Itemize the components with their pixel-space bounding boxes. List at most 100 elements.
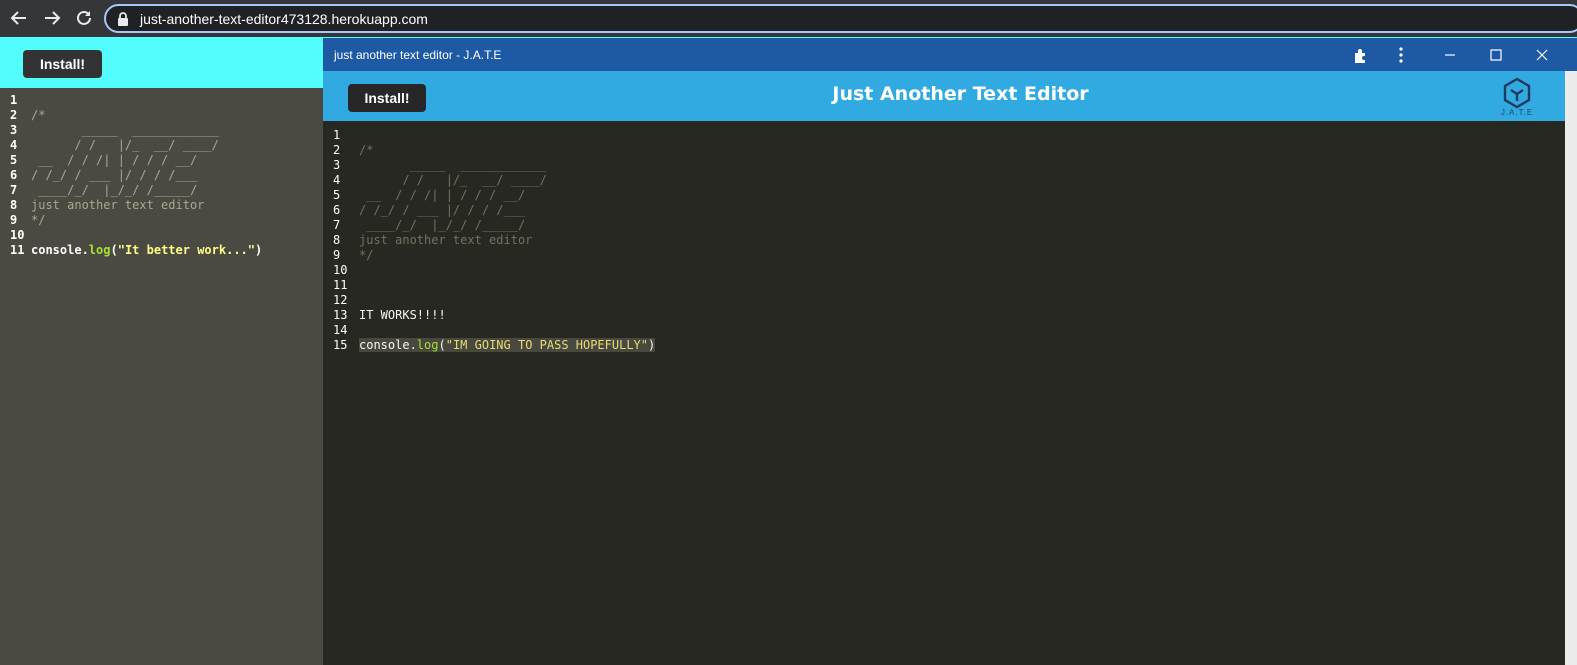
line-number: 1 (333, 128, 341, 142)
line-text: */ (31, 213, 46, 227)
forward-arrow-icon[interactable] (42, 8, 62, 28)
code-line[interactable]: 4 / / |/_ __/ ____/ (333, 173, 655, 188)
code-line[interactable]: 13 IT WORKS!!!! (333, 308, 655, 323)
line-text: IT WORKS!!!! (359, 308, 446, 322)
browser-toolbar: just-another-text-editor473128.herokuapp… (0, 0, 1577, 37)
code-line[interactable]: 10 (0, 228, 262, 243)
background-install-button[interactable]: Install! (23, 50, 102, 78)
more-vert-icon[interactable] (1391, 45, 1411, 65)
line-number: 9 (333, 248, 341, 262)
line-number: 6 (10, 168, 18, 182)
extensions-puzzle-icon[interactable] (1351, 45, 1371, 65)
app-heading: Just Another Text Editor (832, 83, 1089, 105)
line-text: */ (359, 248, 374, 262)
code-function: log (416, 338, 439, 352)
line-text: / / |/_ __/ ____/ (359, 173, 547, 187)
code-paren: ( (110, 243, 118, 257)
code-line[interactable]: 10 (333, 263, 655, 278)
code-line[interactable]: 5 __ / / /| | / / / __/ (333, 188, 655, 203)
line-text: __ / / /| | / / / __/ (31, 153, 198, 167)
line-number: 11 (10, 243, 25, 257)
line-number: 3 (333, 158, 341, 172)
line-text: /* (31, 108, 46, 122)
code-line[interactable]: 8 just another text editor (333, 233, 655, 248)
line-number: 15 (333, 338, 348, 352)
line-text: just another text editor (359, 233, 533, 247)
line-number: 12 (333, 293, 348, 307)
address-bar[interactable]: just-another-text-editor473128.herokuapp… (104, 4, 1577, 33)
line-text: / /_/ / ___ |/ / / /___ (359, 203, 526, 217)
app-window: just another text editor - J.A.T.E Insta… (323, 38, 1577, 665)
close-icon[interactable] (1532, 45, 1552, 65)
jate-logo-icon: J.A.T.E (1495, 77, 1539, 119)
line-number: 5 (333, 188, 341, 202)
code-paren: ( (438, 338, 446, 352)
line-number: 10 (333, 263, 348, 277)
line-number: 5 (10, 153, 18, 167)
code-statement: console.log("IM GOING TO PASS HOPEFULLY"… (359, 338, 656, 352)
code-line[interactable]: 2 /* (333, 143, 655, 158)
url-text: just-another-text-editor473128.herokuapp… (140, 11, 428, 27)
code-object: console. (359, 338, 417, 352)
line-text: just another text editor (31, 198, 205, 212)
line-number: 2 (333, 143, 341, 157)
code-line[interactable]: 12 (333, 293, 655, 308)
line-text: _____ ____________ (31, 123, 219, 137)
window-scrollbar[interactable] (1565, 71, 1577, 665)
app-code-area[interactable]: 1 2/* 3 _____ ____________ 4 / / |/_ __/ __… (333, 128, 656, 353)
code-paren: ) (255, 243, 263, 257)
line-number: 7 (10, 183, 18, 197)
code-line[interactable]: 9 */ (333, 248, 655, 263)
code-string: "It better work..." (117, 243, 255, 257)
window-title-bar: just another text editor - J.A.T.E (323, 38, 1577, 71)
code-line[interactable]: 3 _____ ____________ (333, 158, 655, 173)
line-text: __ / / /| | / / / __/ (359, 188, 526, 202)
code-line[interactable]: 6 / /_/ / ___ |/ / / /___ (333, 203, 655, 218)
line-number: 6 (333, 203, 341, 217)
code-line[interactable]: 4 / / |/_ __/ ____/ (0, 138, 262, 153)
line-text: / /_/ / ___ |/ / / /___ (31, 168, 198, 182)
code-line[interactable]: 2 /* (0, 108, 262, 123)
background-code-area[interactable]: 1 2 /* 3 _____ ____________ 4 / / |/_ __/ __… (0, 93, 262, 258)
line-text: / / |/_ __/ ____/ (31, 138, 219, 152)
minimize-icon[interactable] (1440, 45, 1460, 65)
app-header: Install! Just Another Text Editor J.A.T.… (323, 71, 1565, 121)
code-line[interactable]: 6 / /_/ / ___ |/ / / /___ (0, 168, 262, 183)
maximize-icon[interactable] (1486, 45, 1506, 65)
code-line[interactable]: 8 just another text editor (0, 198, 262, 213)
line-number: 8 (10, 198, 18, 212)
line-number: 11 (333, 278, 348, 292)
window-title: just another text editor - J.A.T.E (334, 48, 502, 62)
code-line[interactable]: 7 ____/_/ |_/_/ /_____/ (0, 183, 262, 198)
reload-icon[interactable] (74, 8, 94, 28)
line-number: 10 (10, 228, 25, 242)
code-line[interactable]: 1 (0, 93, 262, 108)
code-line[interactable]: 11 (333, 278, 655, 293)
code-line[interactable]: 3 _____ ____________ (0, 123, 262, 138)
line-text: ____/_/ |_/_/ /_____/ (359, 218, 526, 232)
code-line[interactable]: 11 console.log("It better work...") (0, 243, 262, 258)
line-number: 9 (10, 213, 18, 227)
line-number: 8 (333, 233, 341, 247)
code-line[interactable]: 14 (333, 323, 655, 338)
lock-icon[interactable] (116, 11, 130, 27)
line-number: 2 (10, 108, 18, 122)
background-editor[interactable]: 1 2 /* 3 _____ ____________ 4 / / |/_ __/ __… (0, 88, 323, 665)
line-text: ____/_/ |_/_/ /_____/ (31, 183, 198, 197)
code-line[interactable]: 15 console.log("IM GOING TO PASS HOPEFULL… (333, 338, 656, 353)
code-line[interactable]: 1 (333, 128, 655, 143)
back-arrow-icon[interactable] (9, 8, 29, 28)
line-number: 14 (333, 323, 348, 337)
code-statement: console.log("It better work...") (31, 243, 262, 257)
code-line[interactable]: 5 __ / / /| | / / / __/ (0, 153, 262, 168)
code-object: console. (31, 243, 89, 257)
line-number: 4 (10, 138, 18, 152)
line-number: 1 (10, 93, 18, 107)
code-line[interactable]: 7 ____/_/ |_/_/ /_____/ (333, 218, 655, 233)
line-text: _____ ____________ (359, 158, 547, 172)
code-line[interactable]: 9 */ (0, 213, 262, 228)
line-number: 4 (333, 173, 341, 187)
logo-text: J.A.T.E (1500, 108, 1534, 117)
line-number: 7 (333, 218, 341, 232)
code-string: "IM GOING TO PASS HOPEFULLY" (445, 338, 649, 352)
